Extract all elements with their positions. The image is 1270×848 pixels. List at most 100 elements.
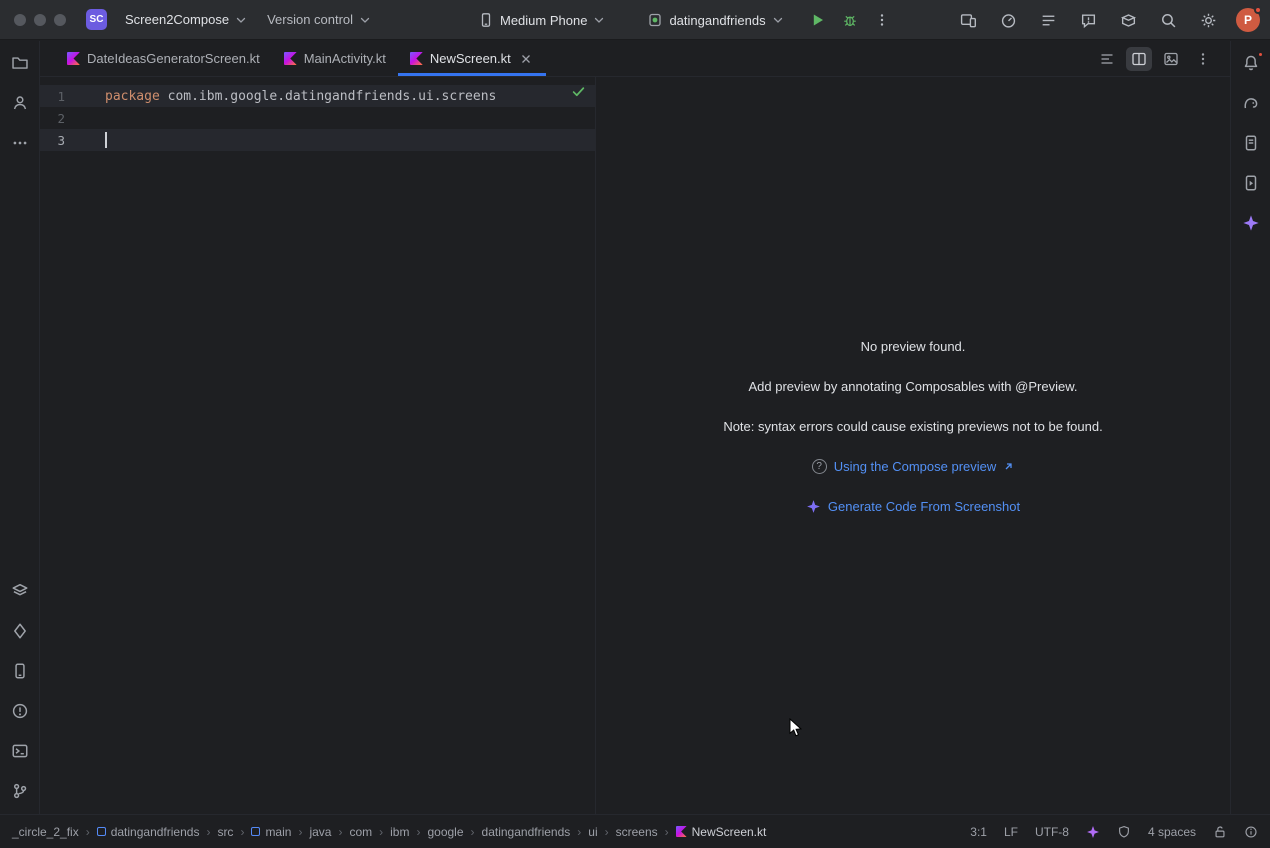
design-view-icon: [1163, 51, 1179, 67]
left-toolbar: [0, 41, 40, 814]
breadcrumb-item[interactable]: screens: [616, 825, 658, 839]
gemini-status-widget[interactable]: [1086, 825, 1100, 839]
compose-preview-help-link[interactable]: Using the Compose preview: [596, 459, 1230, 474]
notification-dot: [1257, 51, 1264, 58]
zoom-button[interactable]: [54, 14, 66, 26]
breadcrumb-separator: ›: [665, 825, 669, 839]
diamond-icon: [11, 622, 29, 640]
breadcrumb-item[interactable]: _circle_2_fix: [12, 825, 79, 839]
breadcrumb-item[interactable]: ibm: [390, 825, 409, 839]
run-config-label: datingandfriends: [669, 13, 765, 28]
logcat-button[interactable]: [1036, 8, 1060, 32]
breadcrumb-separator: ›: [577, 825, 581, 839]
build-variants-tool-button[interactable]: [7, 579, 33, 603]
tab-label: NewScreen.kt: [430, 51, 511, 66]
code-editor[interactable]: 1 package com.ibm.google.datingandfriend…: [40, 77, 596, 814]
search-button[interactable]: [1156, 8, 1180, 32]
editor-tabs: DateIdeasGeneratorScreen.kt MainActivity…: [40, 41, 1230, 77]
preview-note: Note: syntax errors could cause existing…: [596, 419, 1230, 434]
indent-widget[interactable]: 4 spaces: [1148, 825, 1196, 839]
breadcrumb-item[interactable]: com: [349, 825, 372, 839]
design-view-button[interactable]: [1158, 47, 1184, 71]
running-devices-button[interactable]: [956, 8, 980, 32]
info-widget[interactable]: [1244, 825, 1258, 839]
debug-button[interactable]: [838, 8, 862, 32]
breadcrumb-item[interactable]: datingandfriends: [482, 825, 571, 839]
more-horizontal-icon: [11, 134, 29, 152]
line-number[interactable]: 1: [40, 89, 105, 104]
avatar[interactable]: P: [1236, 8, 1260, 32]
cursor-position-widget[interactable]: 3:1: [970, 825, 987, 839]
more-actions-button[interactable]: [870, 8, 894, 32]
notifications-tool-button[interactable]: [1238, 51, 1264, 75]
device-selector[interactable]: Medium Phone: [470, 8, 613, 32]
external-link-icon: [1003, 461, 1014, 472]
line-separator-widget[interactable]: LF: [1004, 825, 1018, 839]
code-view-button[interactable]: [1094, 47, 1120, 71]
project-selector[interactable]: Screen2Compose: [117, 8, 255, 31]
version-control-tool-button[interactable]: [7, 779, 33, 803]
titlebar-left-group: SC Screen2Compose Version control: [86, 8, 379, 31]
code-line: package com.ibm.google.datingandfriends.…: [105, 89, 496, 104]
run-config-icon: [647, 12, 663, 28]
breadcrumb-item[interactable]: src: [217, 825, 233, 839]
profiler-button[interactable]: [996, 8, 1020, 32]
close-tab-icon[interactable]: [518, 51, 534, 67]
line-number[interactable]: 3: [40, 133, 105, 148]
app-insights-button[interactable]: [1076, 8, 1100, 32]
gemini-tool-button[interactable]: [1238, 211, 1264, 235]
breadcrumb-item[interactable]: datingandfriends: [97, 825, 200, 839]
settings-button[interactable]: [1196, 8, 1220, 32]
project-tool-button[interactable]: [7, 51, 33, 75]
line-number[interactable]: 2: [40, 111, 105, 126]
breadcrumb-separator: ›: [338, 825, 342, 839]
kotlin-file-icon: [67, 52, 80, 65]
play-icon: [810, 12, 826, 28]
breadcrumb-separator: ›: [206, 825, 210, 839]
breadcrumb-item[interactable]: main: [251, 825, 291, 839]
sdk-manager-button[interactable]: [1116, 8, 1140, 32]
right-toolbar-top: [1238, 51, 1264, 235]
module-icon: [251, 827, 260, 836]
breadcrumb-item[interactable]: java: [309, 825, 331, 839]
trusted-project-widget[interactable]: [1117, 825, 1131, 839]
help-link-label: Using the Compose preview: [834, 459, 997, 474]
emulator-tool-button[interactable]: [1238, 171, 1264, 195]
readonly-widget[interactable]: [1213, 825, 1227, 839]
tab-newscreen[interactable]: NewScreen.kt: [398, 41, 546, 76]
gradle-tool-button[interactable]: [1238, 91, 1264, 115]
close-button[interactable]: [14, 14, 26, 26]
folder-icon: [11, 54, 29, 72]
split-view-button[interactable]: [1126, 47, 1152, 71]
breadcrumb-item[interactable]: google: [427, 825, 463, 839]
device-manager-tool-button[interactable]: [7, 659, 33, 683]
editor-options-button[interactable]: [1190, 47, 1216, 71]
run-button[interactable]: [806, 8, 830, 32]
inspection-status-widget[interactable]: [571, 84, 586, 99]
problems-tool-button[interactable]: [7, 699, 33, 723]
minimize-button[interactable]: [34, 14, 46, 26]
resource-manager-tool-button[interactable]: [7, 619, 33, 643]
encoding-widget[interactable]: UTF-8: [1035, 825, 1069, 839]
version-control-selector[interactable]: Version control: [259, 8, 379, 31]
preview-hint: Add preview by annotating Composables wi…: [596, 379, 1230, 394]
run-config-selector[interactable]: datingandfriends: [639, 8, 791, 32]
kotlin-file-icon: [284, 52, 297, 65]
tab-mainactivity[interactable]: MainActivity.kt: [272, 41, 398, 76]
status-bar: _circle_2_fix › datingandfriends › src ›…: [0, 814, 1270, 848]
more-tool-windows-button[interactable]: [7, 131, 33, 155]
gradle-elephant-icon: [1242, 94, 1260, 112]
breadcrumb-item[interactable]: ui: [588, 825, 597, 839]
terminal-tool-button[interactable]: [7, 739, 33, 763]
tab-dateideasgeneratorscreen[interactable]: DateIdeasGeneratorScreen.kt: [55, 41, 272, 76]
more-vertical-icon: [1195, 51, 1211, 67]
device-explorer-icon: [1242, 134, 1260, 152]
device-explorer-tool-button[interactable]: [1238, 131, 1264, 155]
collaboration-tool-button[interactable]: [7, 91, 33, 115]
app-insights-icon: [1080, 12, 1097, 29]
breadcrumb-item-current-file[interactable]: NewScreen.kt: [676, 825, 767, 839]
traffic-lights: [0, 14, 86, 26]
device-label: Medium Phone: [500, 13, 587, 28]
generate-code-from-screenshot-link[interactable]: Generate Code From Screenshot: [596, 499, 1230, 514]
running-devices-icon: [960, 12, 977, 29]
